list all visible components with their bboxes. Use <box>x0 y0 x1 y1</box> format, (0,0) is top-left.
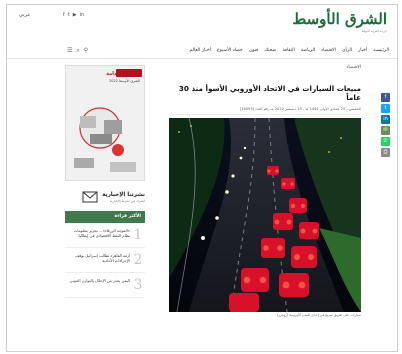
twitter-icon[interactable]: t <box>68 12 70 18</box>
main-navigation: الرئيسية أخبار الرأي الاقتصاد الرياضة ال… <box>7 45 397 59</box>
newsletter-envelope-icon <box>82 191 98 203</box>
search-icon[interactable]: ⌕ <box>76 47 79 55</box>
most-read-title: اليمن يحذر من الإخلال بالتوازن الحوثي <box>69 278 130 283</box>
sidebar: عام الاستدامة الشرق الأوسط 2022 نشرتنا ا… <box>65 65 145 298</box>
email-share-icon[interactable]: ✉ <box>381 126 390 135</box>
photo-caption: سيارات على طريق سريع في إحدى المدن الأور… <box>276 313 361 317</box>
newsletter-texts: نشرتنا الإخبارية اشترك في نشرتنا الإخبار… <box>102 192 145 203</box>
most-read-rank: 3 <box>133 277 143 293</box>
breadcrumb[interactable]: الاقتصاد <box>169 65 361 70</box>
most-read-rank: 1 <box>133 227 143 243</box>
nav-item-arts[interactable]: فنون <box>249 48 258 53</box>
most-read-title: «الموجة الزرقاء»... تحرير معلومات نظام ا… <box>73 228 130 238</box>
menu-icon[interactable]: ☰ <box>67 47 72 55</box>
newsletter-title: نشرتنا الإخبارية <box>102 191 145 198</box>
facebook-icon[interactable]: f <box>63 12 65 18</box>
ad-illustration <box>74 69 142 172</box>
article-headline: مبيعات السيارات في الاتحاد الأوروبي الأس… <box>178 84 361 102</box>
most-read-item[interactable]: 3 اليمن يحذر من الإخلال بالتوازن الحوثي <box>65 273 145 298</box>
article-meta: الخميس - 25 جمادى الأولى 1444 هـ - 19 دي… <box>169 107 361 115</box>
twitter-share-icon[interactable]: t <box>381 104 390 113</box>
nav-item-world[interactable]: أخبار العالم <box>190 48 211 53</box>
most-read-header: الأكثر قراءة <box>65 211 145 223</box>
social-links: f t ▶ in <box>63 12 84 18</box>
nav-items: الرئيسية أخبار الرأي الاقتصاد الرياضة ال… <box>190 48 389 53</box>
youtube-icon[interactable]: ▶ <box>73 12 77 18</box>
nav-item-sports[interactable]: الرياضة <box>301 48 315 53</box>
print-icon[interactable]: ⎙ <box>381 148 390 157</box>
most-read-rank: 2 <box>133 252 143 268</box>
nav-item-home[interactable]: الرئيسية <box>373 48 389 53</box>
browser-page: الشرق الأوسط جريدة العرب الدولية f t ▶ i… <box>6 4 398 352</box>
most-read-title: أزمة القاهرة تطالب إسرائيل بوقف الإجراءا… <box>75 253 130 263</box>
top-bar: الشرق الأوسط جريدة العرب الدولية f t ▶ i… <box>7 5 397 43</box>
article: الاقتصاد مبيعات السيارات في الاتحاد الأو… <box>169 65 361 317</box>
nav-item-weekly[interactable]: حصاد الأسبوع <box>217 48 243 53</box>
newsletter-box[interactable]: نشرتنا الإخبارية اشترك في نشرتنا الإخبار… <box>65 189 145 205</box>
article-photo <box>169 118 361 312</box>
nav-tools: ☰ ⌕ ⚲ <box>67 47 88 55</box>
logo-text: الشرق الأوسط <box>292 10 387 28</box>
whatsapp-share-icon[interactable]: ✆ <box>381 137 390 146</box>
newsletter-subtitle: اشترك في نشرتنا الإخبارية <box>109 198 145 203</box>
facebook-share-icon[interactable]: f <box>381 93 390 102</box>
most-read-item[interactable]: 2 أزمة القاهرة تطالب إسرائيل بوقف الإجرا… <box>65 248 145 273</box>
logo-subtitle: جريدة العرب الدولية <box>361 29 387 33</box>
nav-item-culture[interactable]: الثقافة <box>282 48 294 53</box>
linkedin-share-icon[interactable]: in <box>381 115 390 124</box>
highway-night-image <box>169 118 361 312</box>
linkedin-icon[interactable]: in <box>80 12 85 18</box>
user-icon[interactable]: ⚲ <box>84 47 88 55</box>
site-logo[interactable]: الشرق الأوسط جريدة العرب الدولية <box>292 9 387 33</box>
most-read: الأكثر قراءة 1 «الموجة الزرقاء»... تحرير… <box>65 211 145 298</box>
nav-item-health[interactable]: صحتك <box>264 48 276 53</box>
most-read-item[interactable]: 1 «الموجة الزرقاء»... تحرير معلومات نظام… <box>65 223 145 248</box>
nav-item-opinion[interactable]: الرأي <box>342 48 352 53</box>
language-selector[interactable]: عربي <box>19 12 30 18</box>
advertisement[interactable]: عام الاستدامة الشرق الأوسط 2022 <box>65 65 145 181</box>
nav-item-news[interactable]: أخبار <box>358 48 367 53</box>
share-bar: f t in ✉ ✆ ⎙ <box>380 93 390 157</box>
nav-item-economy[interactable]: الاقتصاد <box>321 48 336 53</box>
